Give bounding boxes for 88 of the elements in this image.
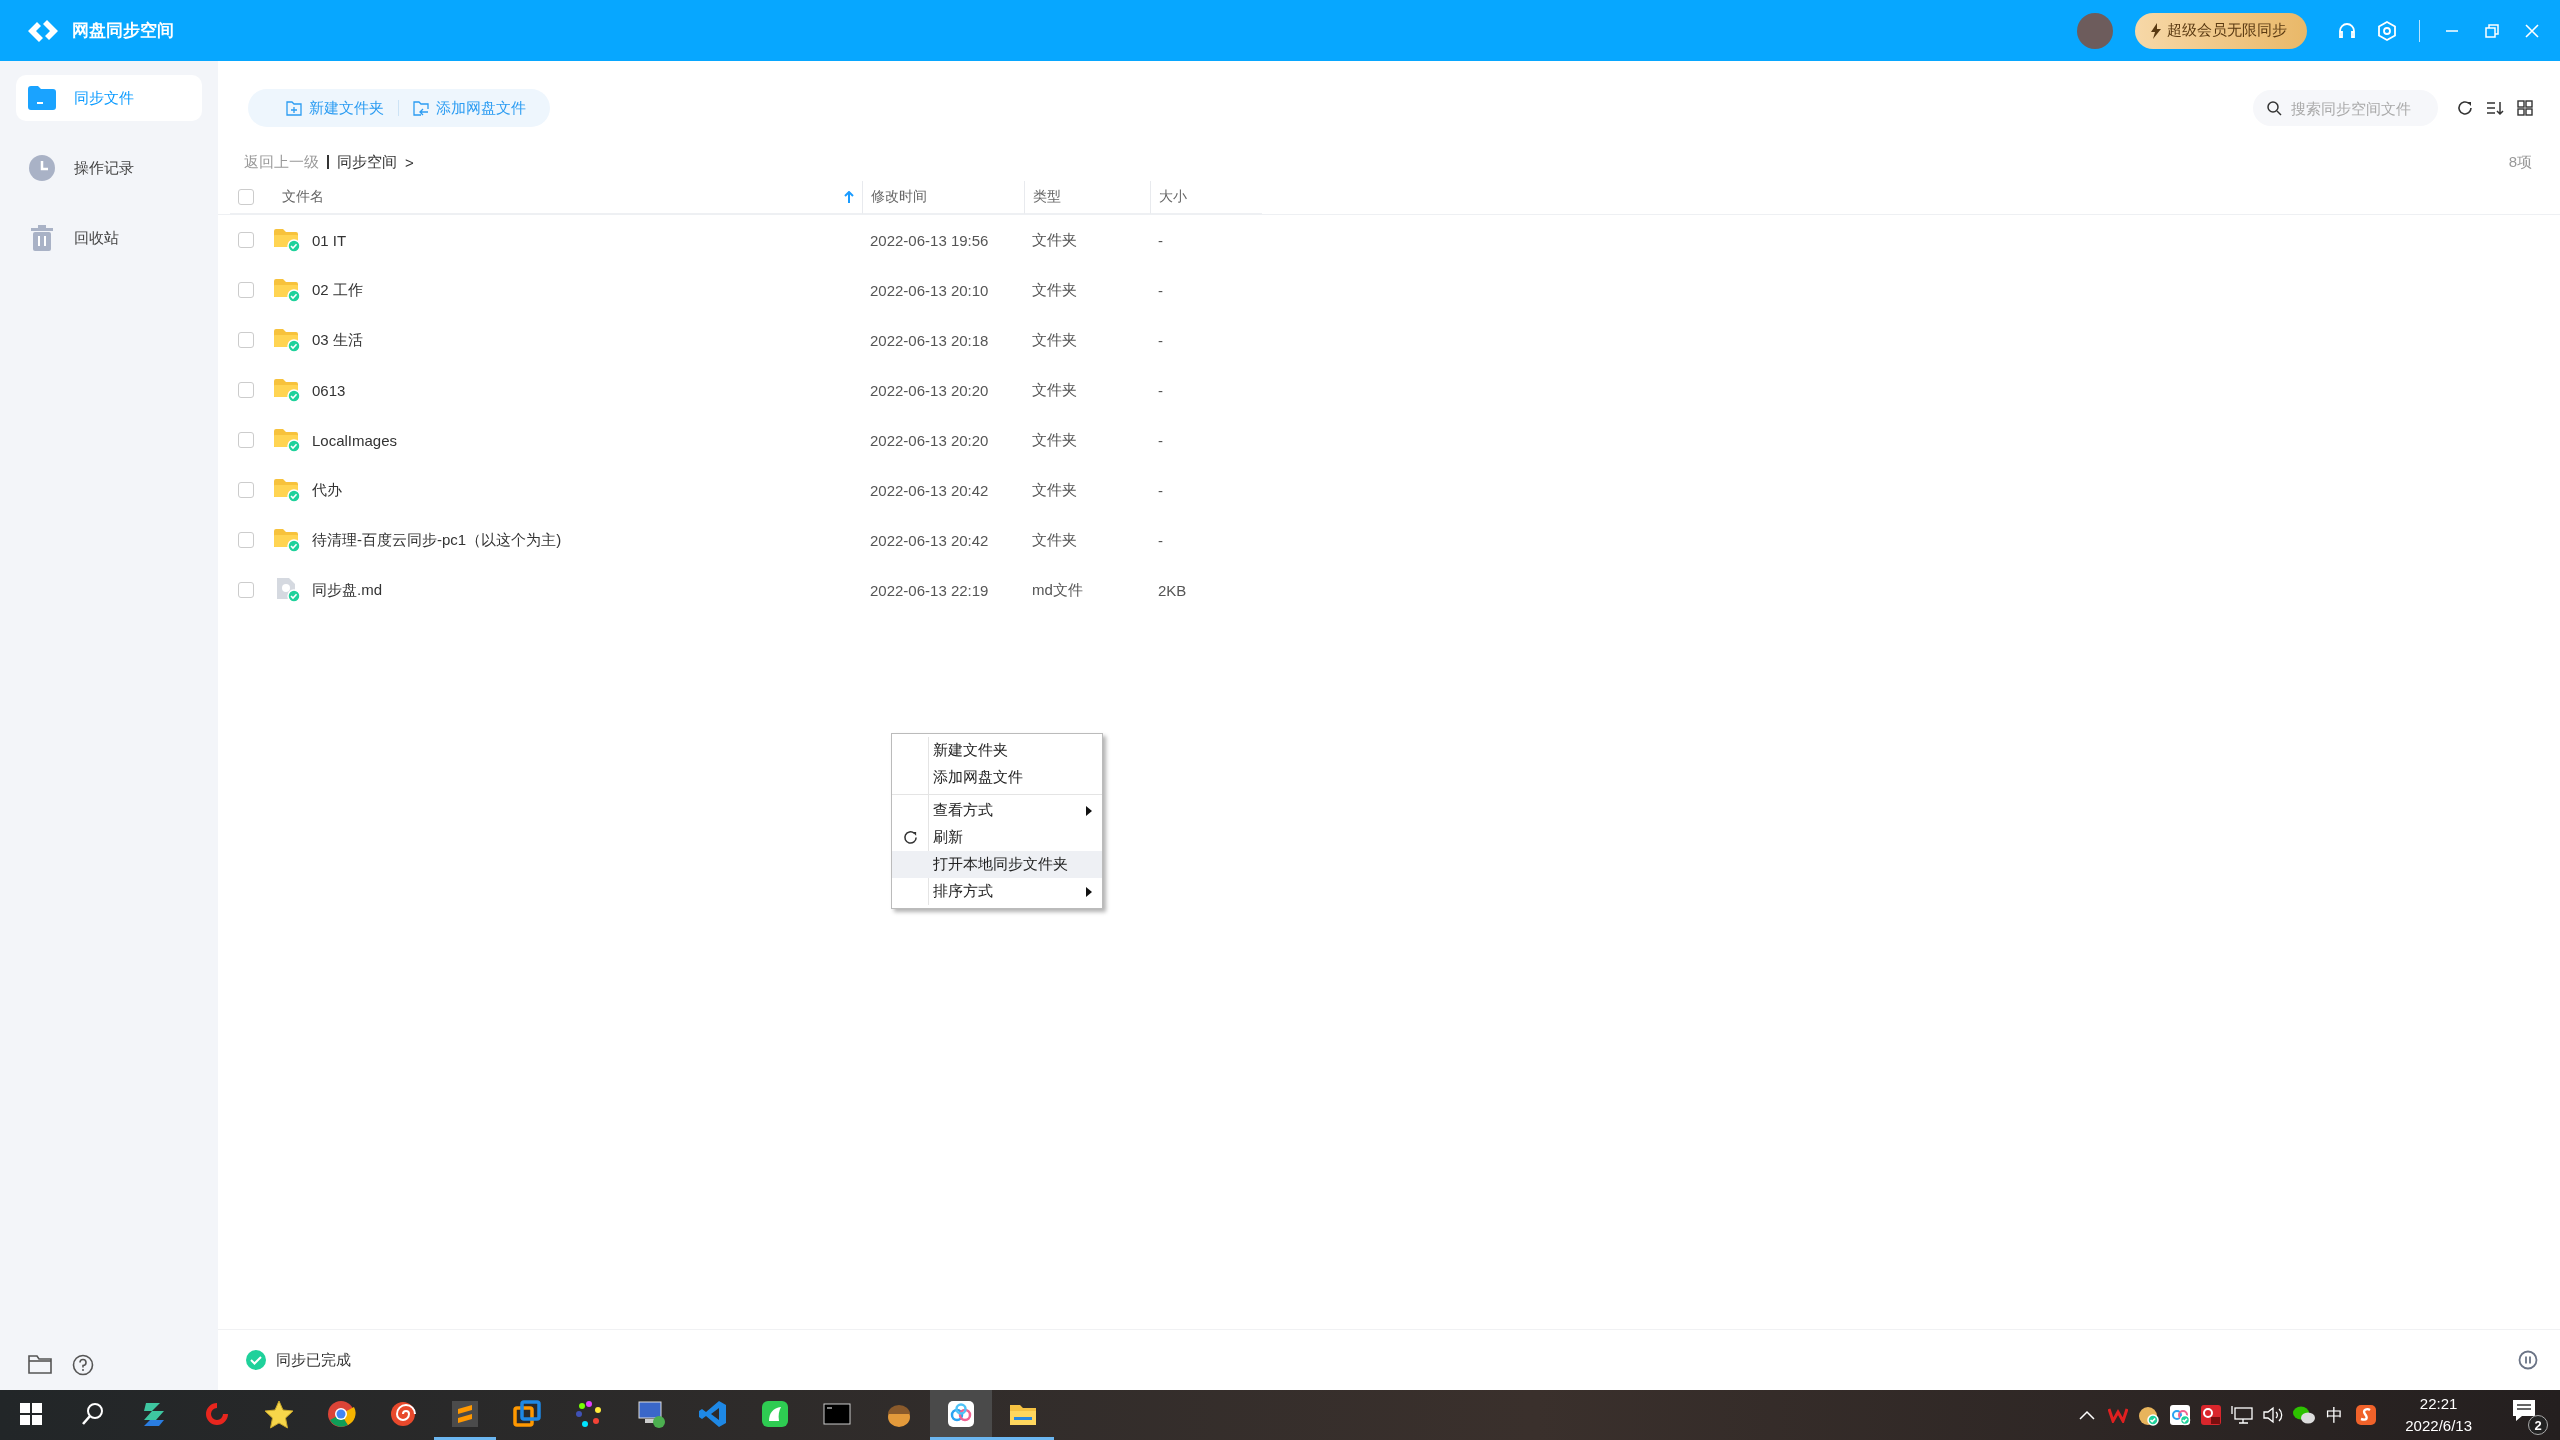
- file-name[interactable]: 02 工作: [312, 280, 363, 300]
- menu-item[interactable]: 添加网盘文件: [892, 764, 1102, 791]
- breadcrumb-item[interactable]: 同步空间: [337, 152, 397, 172]
- folder-plus-icon: [286, 100, 302, 116]
- file-type: 文件夹: [1032, 230, 1077, 250]
- item-count: 8项: [2508, 152, 2532, 172]
- file-type: 文件夹: [1032, 280, 1077, 300]
- row-checkbox[interactable]: [238, 432, 254, 448]
- submenu-arrow-icon: [1086, 886, 1092, 897]
- file-size: -: [1158, 381, 1163, 399]
- cloud-tile-icon: [946, 1398, 976, 1429]
- dots-icon: [574, 1398, 604, 1429]
- search-field[interactable]: 搜索同步空间文件: [2253, 90, 2438, 126]
- notification-count: 2: [2528, 1415, 2548, 1435]
- clock[interactable]: 22:21 2022/6/13: [2405, 1393, 2472, 1437]
- monitor-icon: [636, 1398, 666, 1429]
- logo-icon: [26, 17, 60, 44]
- row-checkbox[interactable]: [238, 482, 254, 498]
- file-name[interactable]: 代办: [312, 480, 342, 500]
- file-type: 文件夹: [1032, 430, 1077, 450]
- folder-icon[interactable]: [28, 1354, 52, 1374]
- vip-button[interactable]: 超级会员无限同步: [2135, 12, 2307, 49]
- file-size: -: [1158, 331, 1163, 349]
- star-icon: [264, 1398, 294, 1429]
- modified-time: 2022-06-13 22:19: [870, 581, 989, 599]
- select-all-checkbox[interactable]: [238, 189, 254, 205]
- file-name[interactable]: 0613: [312, 381, 346, 399]
- sidebar-item[interactable]: 操作记录: [16, 145, 202, 191]
- help-icon[interactable]: [72, 1354, 94, 1376]
- modified-time: 2022-06-13 20:42: [870, 531, 989, 549]
- trash-icon: [28, 224, 56, 252]
- file-type: 文件夹: [1032, 330, 1077, 350]
- input-method-indicator[interactable]: 中: [2323, 1403, 2347, 1427]
- row-checkbox[interactable]: [238, 332, 254, 348]
- notification-button[interactable]: 2: [2510, 1397, 2546, 1433]
- file-size: -: [1158, 431, 1163, 449]
- row-checkbox[interactable]: [238, 282, 254, 298]
- refresh-icon: [902, 830, 918, 845]
- submenu-arrow-icon: [1086, 805, 1092, 816]
- file-size: -: [1158, 231, 1163, 249]
- clock-icon: [28, 154, 56, 182]
- menu-item[interactable]: 刷新: [892, 824, 1102, 851]
- folder-arrow-icon: [413, 100, 429, 116]
- pause-icon[interactable]: [2518, 1350, 2538, 1370]
- file-type: 文件夹: [1032, 530, 1077, 550]
- file-name[interactable]: 同步盘.md: [312, 580, 382, 600]
- file-size: -: [1158, 481, 1163, 499]
- menu-item[interactable]: 查看方式: [892, 794, 1102, 824]
- file-size: 2KB: [1158, 581, 1187, 599]
- round-logo-icon: [326, 1398, 356, 1429]
- file-name[interactable]: 03 生活: [312, 330, 363, 350]
- row-checkbox[interactable]: [238, 382, 254, 398]
- modified-time: 2022-06-13 20:42: [870, 481, 989, 499]
- file-type: 文件夹: [1032, 480, 1077, 500]
- row-checkbox[interactable]: [238, 232, 254, 248]
- squares-icon: [512, 1398, 542, 1429]
- column-header[interactable]: 类型: [1024, 181, 1150, 214]
- file-name[interactable]: 待清理-百度云同步-pc1（以这个为主): [312, 530, 562, 550]
- lightning-icon: [2151, 22, 2161, 39]
- file-type: 文件夹: [1032, 380, 1077, 400]
- modified-time: 2022-06-13 20:20: [870, 431, 989, 449]
- column-header[interactable]: 文件名: [274, 181, 862, 214]
- menu-item[interactable]: 排序方式: [892, 878, 1102, 905]
- leaf-tile-icon: [760, 1398, 790, 1429]
- sidebar-item[interactable]: 回收站: [16, 215, 202, 261]
- file-size: -: [1158, 531, 1163, 549]
- ribbon-icon: [698, 1398, 728, 1429]
- folder-icon: [28, 86, 56, 110]
- menu-item[interactable]: 打开本地同步文件夹: [892, 851, 1102, 878]
- check-circle-icon: [246, 1350, 266, 1370]
- modified-time: 2022-06-13 20:10: [870, 281, 989, 299]
- file-size: -: [1158, 281, 1163, 299]
- modified-time: 2022-06-13 19:56: [870, 231, 989, 249]
- window-title: 网盘同步空间: [72, 20, 174, 42]
- column-header[interactable]: 大小: [1150, 181, 1262, 214]
- breadcrumb-separator: >: [405, 153, 414, 171]
- menu-item[interactable]: 新建文件夹: [892, 737, 1102, 764]
- modified-time: 2022-06-13 20:20: [870, 381, 989, 399]
- row-checkbox[interactable]: [238, 532, 254, 548]
- taskbar-button[interactable]: [930, 1390, 992, 1440]
- file-name[interactable]: LocalImages: [312, 431, 398, 449]
- file-name[interactable]: 01 IT: [312, 231, 347, 249]
- modified-time: 2022-06-13 20:18: [870, 331, 989, 349]
- column-header[interactable]: 修改时间: [862, 181, 1024, 214]
- sync-status: 同步已完成: [276, 1350, 351, 1370]
- bars-icon: [450, 1398, 480, 1429]
- file-type: md文件: [1032, 580, 1083, 600]
- row-checkbox[interactable]: [238, 582, 254, 598]
